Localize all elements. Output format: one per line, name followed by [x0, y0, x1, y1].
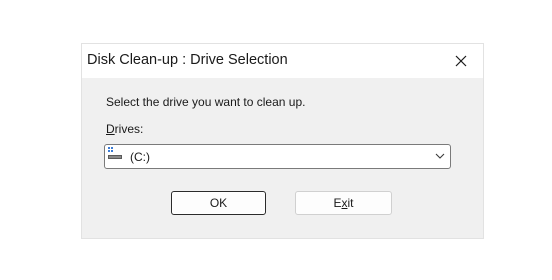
instruction-text: Select the drive you want to clean up.	[106, 95, 306, 109]
close-icon	[455, 55, 467, 67]
dialog-title: Disk Clean-up : Drive Selection	[87, 52, 288, 68]
close-button[interactable]	[439, 44, 483, 78]
title-bar: Disk Clean-up : Drive Selection	[82, 44, 483, 78]
drives-label-text: rives:	[114, 122, 144, 136]
drives-label-accelerator: D	[106, 122, 115, 136]
exit-label-pre: E	[333, 196, 342, 210]
drive-select[interactable]: (C:)	[104, 144, 451, 169]
exit-label-post: it	[347, 196, 354, 210]
ok-button[interactable]: OK	[171, 191, 266, 215]
drive-select-value: (C:)	[130, 150, 150, 164]
disk-cleanup-dialog: Disk Clean-up : Drive Selection Select t…	[81, 43, 484, 239]
exit-button[interactable]: Ex it	[295, 191, 392, 215]
drives-label: Drives:	[106, 122, 143, 136]
drive-icon	[108, 147, 122, 159]
chevron-down-icon	[435, 153, 445, 159]
